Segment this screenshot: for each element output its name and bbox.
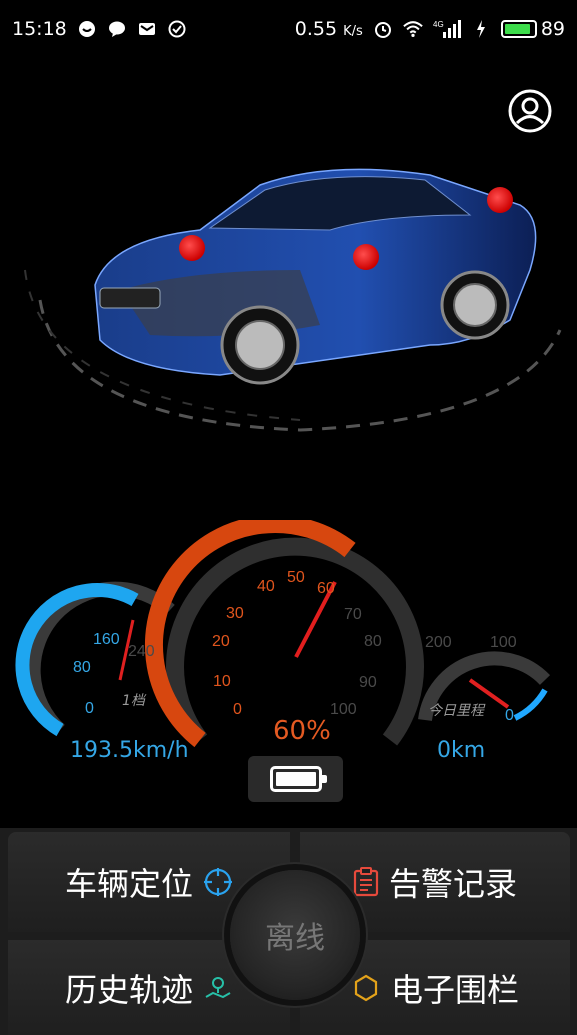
- status-bar: 15:18 0.55 K/s 4G 89: [0, 0, 577, 58]
- message-icon: [107, 19, 127, 39]
- percent-readout: 60%: [273, 716, 331, 746]
- vehicle-battery-indicator: [248, 756, 343, 802]
- check-circle-icon: [167, 19, 187, 39]
- left-gauge-tick: 240: [128, 643, 155, 660]
- crosshair-icon: [204, 868, 232, 896]
- right-gauge-tick: 0: [505, 707, 514, 724]
- clipboard-icon: [353, 867, 379, 897]
- alarm-records-label: 告警记录: [388, 865, 517, 903]
- today-mileage-readout: 0km: [437, 738, 486, 763]
- signal-icon: 4G: [433, 19, 461, 39]
- charging-icon: [471, 19, 491, 39]
- center-gauge-tick: 50: [287, 569, 305, 586]
- vehicle-locate-label: 车辆定位: [64, 865, 193, 903]
- signal-type-text: 4G: [433, 20, 444, 29]
- hexagon-icon: [354, 974, 378, 1001]
- wifi-icon: [403, 19, 423, 39]
- center-gauge-tick: 10: [213, 673, 231, 690]
- history-track-label: 历史轨迹: [64, 970, 193, 1009]
- center-gauge-tick: 80: [364, 633, 382, 650]
- car-illustration: [0, 120, 577, 450]
- mail-icon: [137, 19, 157, 39]
- battery-indicator: 89: [500, 18, 565, 40]
- net-speed: 0.55 K/s: [294, 18, 363, 40]
- center-gauge-tick: 20: [212, 633, 230, 650]
- alarm-clock-icon: [373, 19, 393, 39]
- geofence-label: 电子围栏: [390, 970, 519, 1009]
- connection-status-button[interactable]: 离线: [230, 870, 360, 1000]
- speed-readout: 193.5km/h: [70, 738, 189, 763]
- battery-full-icon: [269, 766, 327, 792]
- left-gauge-tick: 160: [93, 631, 120, 648]
- left-gauge-tick: 0: [85, 700, 94, 717]
- center-gauge-tick: 40: [257, 578, 275, 595]
- connection-status-label: 离线: [265, 921, 325, 956]
- center-gauge-tick: 30: [226, 605, 244, 622]
- left-gauge-tick: 80: [73, 659, 91, 676]
- battery-level: 89: [540, 18, 565, 40]
- center-gauge-tick: 70: [344, 606, 362, 623]
- center-gauge-tick: 100: [330, 701, 357, 718]
- right-gauge-tick: 100: [490, 634, 517, 651]
- right-gauge-tick: 200: [425, 634, 452, 651]
- gear-label: 1档: [122, 693, 145, 709]
- map-route-icon: [205, 976, 231, 998]
- center-gauge-tick: 0: [233, 701, 242, 718]
- center-gauge-tick: 90: [359, 674, 377, 691]
- center-gauge-tick: 60: [317, 580, 335, 597]
- status-time: 15:18: [12, 18, 67, 40]
- chat-bubble-icon: [77, 19, 97, 39]
- today-mileage-label: 今日里程: [428, 703, 484, 719]
